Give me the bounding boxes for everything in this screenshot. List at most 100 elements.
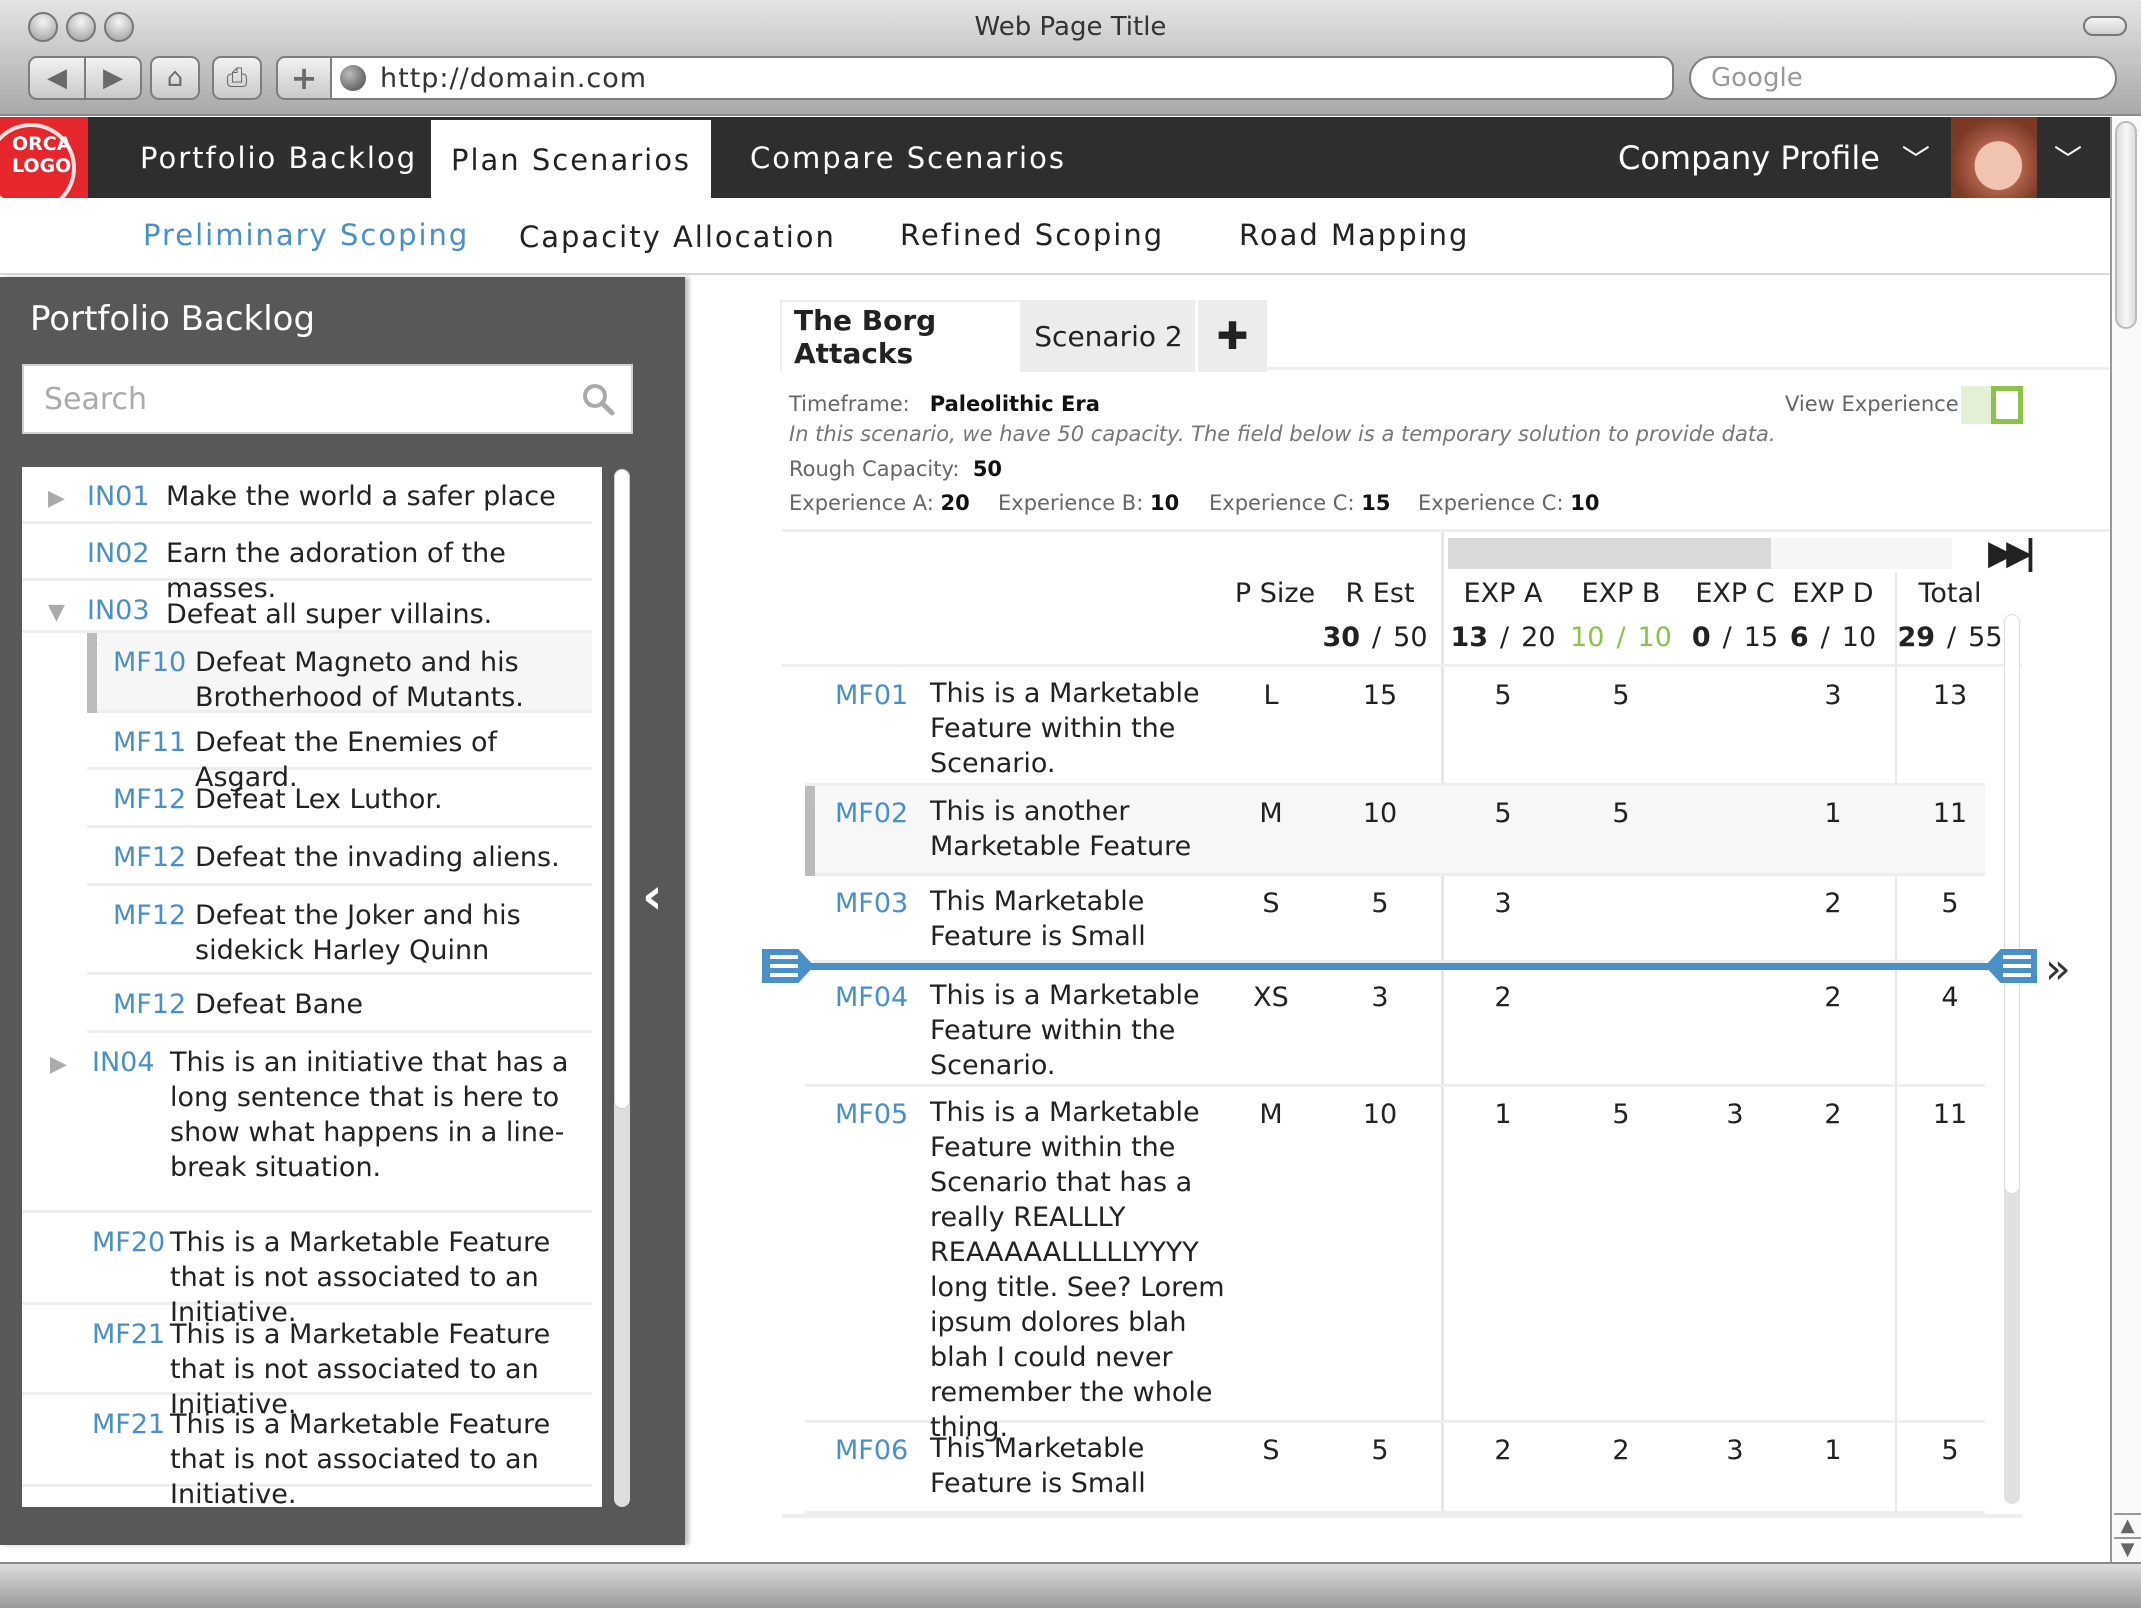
column-scrollbar[interactable] <box>1448 538 1952 569</box>
backlog-search-input[interactable]: Search <box>22 364 633 434</box>
backlog-item[interactable]: MF12 Defeat the Joker and his sidekick Ha… <box>87 886 592 975</box>
backlog-item[interactable]: MF21 This is a Marketable Feature that is… <box>22 1305 592 1420</box>
page-scrollbar[interactable]: ▲ ▼ <box>2110 117 2141 1562</box>
backlog-scrollbar[interactable] <box>614 469 630 1507</box>
backlog-item[interactable]: MF12 Defeat the invading aliens. <box>87 828 592 886</box>
item-id[interactable]: MF21 <box>92 1407 165 1442</box>
nav-compare-scenarios[interactable]: Compare Scenarios <box>750 117 1066 198</box>
backlog-item[interactable]: ▶ IN01 Make the world a safer place <box>22 467 592 524</box>
item-id[interactable]: MF11 <box>113 725 186 760</box>
user-avatar[interactable] <box>1951 117 2037 198</box>
item-id[interactable]: MF12 <box>113 840 186 875</box>
backlog-item[interactable]: MF10 Defeat Magneto and his Brotherhood o… <box>87 633 592 713</box>
orca-logo[interactable]: ORCA LOGO <box>0 117 88 198</box>
home-button[interactable]: ⌂ <box>150 56 200 100</box>
capacity-cutline[interactable] <box>790 963 1990 970</box>
scroll-up-arrow-icon[interactable]: ▲ <box>2114 1513 2141 1536</box>
user-menu-chevron-down-icon[interactable]: ﹀ <box>2054 117 2082 198</box>
item-id[interactable]: MF21 <box>92 1317 165 1352</box>
cell-a[interactable]: 2 <box>1463 1435 1543 1466</box>
backlog-item[interactable]: MF21 This is a Marketable Feature that is… <box>22 1395 592 1507</box>
cell-total[interactable]: 5 <box>1910 888 1990 919</box>
tab-scenario-2[interactable]: Scenario 2 <box>1022 300 1198 372</box>
backlog-item[interactable]: MF12 Defeat Lex Luthor. <box>87 770 592 828</box>
cell-psize[interactable]: L <box>1231 680 1311 711</box>
item-id[interactable]: IN02 <box>87 536 150 571</box>
view-experience-toggle[interactable] <box>1961 386 2023 424</box>
cell-rest[interactable]: 10 <box>1340 798 1420 829</box>
feature-id[interactable]: MF04 <box>835 982 908 1013</box>
subnav-capacity-allocation[interactable]: Capacity Allocation <box>519 220 836 254</box>
item-id[interactable]: MF12 <box>113 987 186 1022</box>
cell-a[interactable]: 1 <box>1463 1099 1543 1130</box>
feature-id[interactable]: MF03 <box>835 888 908 919</box>
backlog-item[interactable]: MF11 Defeat the Enemies of Asgard. <box>87 713 592 793</box>
cell-psize[interactable]: S <box>1231 888 1311 919</box>
cell-d[interactable]: 1 <box>1793 1435 1873 1466</box>
drag-grip-icon[interactable] <box>87 633 108 713</box>
feature-id[interactable]: MF05 <box>835 1099 908 1130</box>
cell-a[interactable]: 2 <box>1463 982 1543 1013</box>
item-id[interactable]: MF20 <box>92 1225 165 1260</box>
address-bar[interactable]: http://domain.com <box>330 56 1674 100</box>
cell-total[interactable]: 4 <box>1910 982 1990 1013</box>
cell-d[interactable]: 1 <box>1793 798 1873 829</box>
cell-a[interactable]: 5 <box>1463 798 1543 829</box>
forward-button[interactable]: ▶ <box>84 56 142 100</box>
scroll-down-arrow-icon[interactable]: ▼ <box>2114 1537 2141 1560</box>
cell-rest[interactable]: 5 <box>1340 888 1420 919</box>
cell-rest[interactable]: 3 <box>1340 982 1420 1013</box>
add-scenario-button[interactable]: ✚ <box>1198 300 1270 372</box>
nav-plan-scenarios[interactable]: Plan Scenarios <box>431 120 711 200</box>
tab-the-borg-attacks[interactable]: The Borg Attacks <box>780 300 1022 372</box>
cell-psize[interactable]: M <box>1231 1099 1311 1130</box>
cell-b[interactable]: 5 <box>1581 1099 1661 1130</box>
feature-id[interactable]: MF01 <box>835 680 908 711</box>
double-chevron-right-icon[interactable]: » <box>2045 944 2071 993</box>
collapse-panel-chevron-left-icon[interactable]: ‹ <box>642 867 663 925</box>
nav-portfolio-backlog[interactable]: Portfolio Backlog <box>140 117 417 198</box>
table-scrollbar-thumb[interactable] <box>2004 614 2020 1194</box>
backlog-item[interactable]: MF12 Defeat Bane <box>87 975 592 1033</box>
browser-search-input[interactable]: Google <box>1689 56 2117 100</box>
cell-rest[interactable]: 10 <box>1340 1099 1420 1130</box>
cell-rest[interactable]: 5 <box>1340 1435 1420 1466</box>
backlog-scrollbar-thumb[interactable] <box>614 469 630 1109</box>
cutline-handle-right[interactable] <box>1985 949 2037 983</box>
cell-b[interactable]: 5 <box>1581 680 1661 711</box>
cell-total[interactable]: 11 <box>1910 1099 1990 1130</box>
cell-b[interactable]: 2 <box>1581 1435 1661 1466</box>
cell-psize[interactable]: M <box>1231 798 1311 829</box>
item-id[interactable]: MF12 <box>113 782 186 817</box>
cell-total[interactable]: 13 <box>1910 680 1990 711</box>
subnav-road-mapping[interactable]: Road Mapping <box>1239 218 1469 252</box>
item-id[interactable]: MF10 <box>113 645 186 680</box>
column-scrollbar-thumb[interactable] <box>1448 538 1771 569</box>
cell-c[interactable]: 3 <box>1695 1435 1775 1466</box>
cell-psize[interactable]: S <box>1231 1435 1311 1466</box>
cell-a[interactable]: 3 <box>1463 888 1543 919</box>
cell-d[interactable]: 2 <box>1793 1099 1873 1130</box>
feature-id[interactable]: MF06 <box>835 1435 908 1466</box>
search-icon[interactable] <box>581 382 615 416</box>
cell-d[interactable]: 2 <box>1793 982 1873 1013</box>
table-scrollbar[interactable] <box>2004 614 2020 1504</box>
item-id[interactable]: IN03 <box>87 593 150 628</box>
cell-total[interactable]: 11 <box>1910 798 1990 829</box>
back-button[interactable]: ◀ <box>28 56 86 100</box>
cell-a[interactable]: 5 <box>1463 680 1543 711</box>
backlog-item[interactable]: ▶ IN04 This is an initiative that has a lo… <box>22 1033 592 1213</box>
drag-grip-icon[interactable] <box>805 786 826 876</box>
backlog-item[interactable]: IN02 Earn the adoration of the masses. <box>22 524 592 604</box>
cell-rest[interactable]: 15 <box>1340 680 1420 711</box>
expand-triangle-icon[interactable]: ▶ <box>50 1047 67 1082</box>
print-button[interactable]: ⎙ <box>212 56 262 100</box>
cell-b[interactable]: 5 <box>1581 798 1661 829</box>
cell-d[interactable]: 3 <box>1793 680 1873 711</box>
backlog-item[interactable]: ▼ IN03 Defeat all super villains. <box>22 581 592 633</box>
subnav-preliminary-scoping[interactable]: Preliminary Scoping <box>143 218 469 252</box>
cell-total[interactable]: 5 <box>1910 1435 1990 1466</box>
item-id[interactable]: MF12 <box>113 898 186 933</box>
skip-to-end-icon[interactable]: ▶▶| <box>1988 533 2037 573</box>
item-id[interactable]: IN04 <box>92 1045 155 1080</box>
